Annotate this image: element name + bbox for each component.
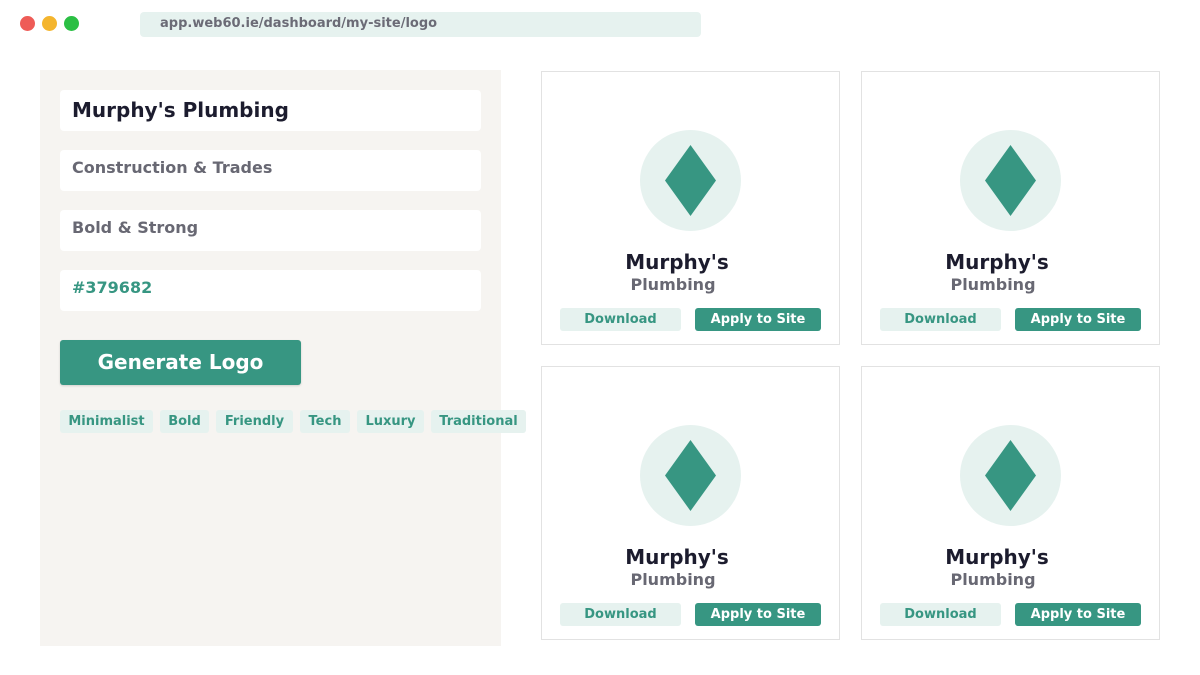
chip-traditional[interactable]: Traditional	[431, 410, 526, 433]
logo-name-text: Murphy's	[625, 250, 729, 274]
apply-to-site-button[interactable]: Apply to Site	[1015, 603, 1141, 626]
chip-luxury[interactable]: Luxury	[357, 410, 424, 433]
style-select[interactable]: Bold & Strong	[60, 210, 481, 251]
chip-minimalist[interactable]: Minimalist	[60, 410, 153, 433]
window-maximize-dot[interactable]	[64, 16, 79, 31]
download-button[interactable]: Download	[560, 308, 681, 331]
diamond-icon	[985, 440, 1036, 511]
download-button[interactable]: Download	[560, 603, 681, 626]
apply-to-site-button[interactable]: Apply to Site	[1015, 308, 1141, 331]
address-bar[interactable]: app.web60.ie/dashboard/my-site/logo	[140, 12, 701, 37]
logo-option-card[interactable]: Murphy's Plumbing Download Apply to Site	[541, 366, 840, 640]
brand-color-input[interactable]: #379682	[60, 270, 481, 311]
chip-bold[interactable]: Bold	[160, 410, 209, 433]
business-name-input[interactable]: Murphy's Plumbing	[60, 90, 481, 131]
logo-subtitle-text: Plumbing	[950, 275, 1036, 294]
chip-tech[interactable]: Tech	[300, 410, 350, 433]
download-button[interactable]: Download	[880, 603, 1001, 626]
logo-option-card[interactable]: Murphy's Plumbing Download Apply to Site	[541, 71, 840, 345]
logo-option-card[interactable]: Murphy's Plumbing Download Apply to Site	[861, 71, 1160, 345]
diamond-icon	[665, 440, 716, 511]
logo-subtitle-text: Plumbing	[630, 570, 716, 589]
window-close-dot[interactable]	[20, 16, 35, 31]
download-button[interactable]: Download	[880, 308, 1001, 331]
logo-subtitle-text: Plumbing	[950, 570, 1036, 589]
apply-to-site-button[interactable]: Apply to Site	[695, 308, 821, 331]
logo-name-text: Murphy's	[625, 545, 729, 569]
logo-settings-panel: Murphy's Plumbing Construction & Trades …	[40, 70, 526, 646]
chip-friendly[interactable]: Friendly	[216, 410, 293, 433]
apply-to-site-button[interactable]: Apply to Site	[695, 603, 821, 626]
diamond-icon	[665, 145, 716, 216]
logo-name-text: Murphy's	[945, 545, 1049, 569]
logo-subtitle-text: Plumbing	[630, 275, 716, 294]
industry-select[interactable]: Construction & Trades	[60, 150, 481, 191]
generate-logo-button[interactable]: Generate Logo	[60, 340, 301, 385]
diamond-icon	[985, 145, 1036, 216]
logo-option-card[interactable]: Murphy's Plumbing Download Apply to Site	[861, 366, 1160, 640]
window-minimize-dot[interactable]	[42, 16, 57, 31]
logo-name-text: Murphy's	[945, 250, 1049, 274]
